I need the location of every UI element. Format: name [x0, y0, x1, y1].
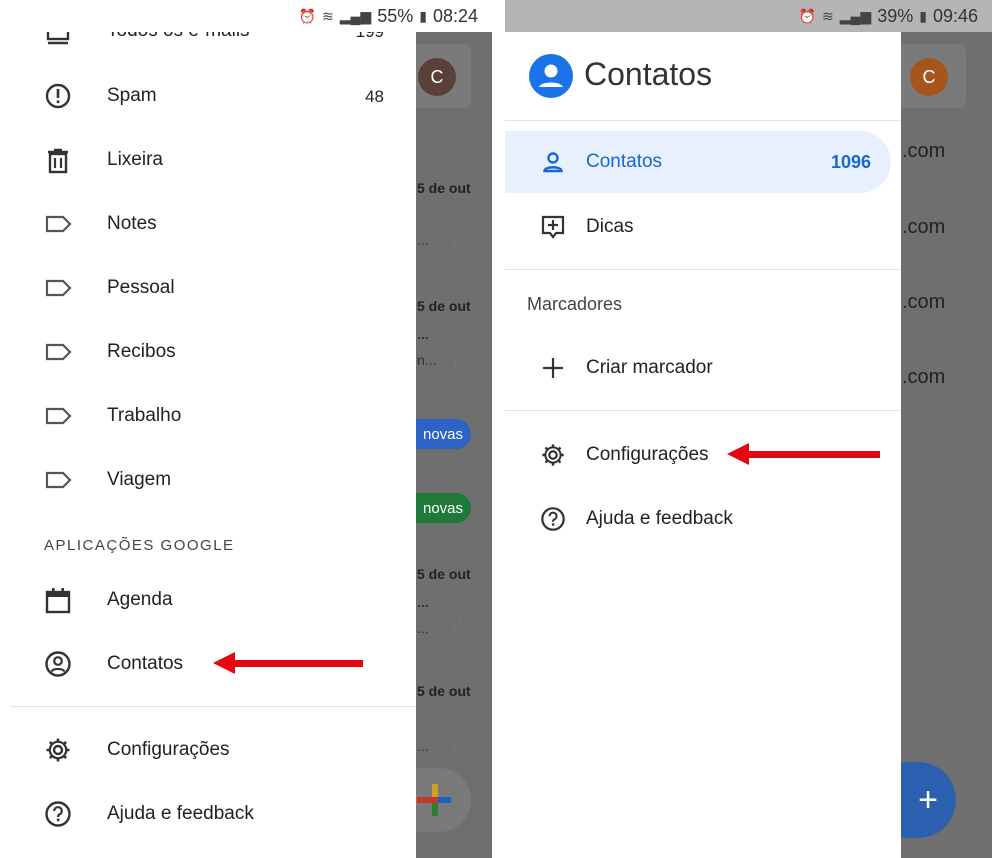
email-suffix: .com: [902, 366, 946, 388]
section-labels-heading: Marcadores: [527, 294, 623, 314]
status-time: 09:46: [932, 5, 978, 26]
arrow-head: [727, 443, 749, 465]
arrow-shaft: [747, 451, 880, 458]
alarm-icon: ⏰: [798, 7, 817, 24]
nav-label: Ajuda e feedback: [586, 508, 733, 529]
plus-icon: [539, 354, 567, 382]
drawer-divider: [505, 269, 901, 270]
nav-label: Criar marcador: [586, 357, 713, 378]
email-suffix: .com: [902, 140, 946, 162]
contacts-screen: C .com .com .com .com + Contatos Contato…: [0, 0, 1000, 858]
nav-label: Configurações: [586, 444, 709, 465]
contacts-avatar[interactable]: C: [910, 58, 948, 96]
nav-label: Dicas: [586, 216, 634, 237]
nav-label: Contatos: [586, 151, 663, 172]
contacts-nav-help[interactable]: Ajuda e feedback: [505, 488, 891, 550]
red-arrow-annotation: [727, 443, 880, 465]
status-bar-content: ⏰ ≋ ▂▄▆ 39% ▮ 09:46: [799, 0, 984, 32]
email-suffix: .com: [902, 291, 946, 313]
create-label-button[interactable]: Criar marcador: [505, 337, 891, 399]
suggestions-icon: [539, 213, 567, 241]
wifi-icon: ≋: [822, 7, 834, 24]
drawer-divider: [505, 410, 901, 411]
signal-icon: ▂▄▆: [839, 7, 872, 24]
contacts-nav-contatos[interactable]: Contatos 1096: [505, 131, 891, 193]
email-suffix: .com: [902, 216, 946, 238]
contacts-logo-icon: [529, 54, 573, 98]
contacts-nav-dicas[interactable]: Dicas: [505, 196, 891, 258]
gear-icon: [539, 441, 567, 469]
contacts-app-title: Contatos: [584, 56, 713, 92]
contacts-count: 1096: [830, 152, 871, 172]
battery-percent: 39%: [877, 5, 914, 26]
battery-icon: ▮: [919, 7, 927, 24]
drawer-divider: [505, 120, 901, 121]
help-icon: [539, 505, 567, 533]
person-icon: [539, 148, 567, 176]
